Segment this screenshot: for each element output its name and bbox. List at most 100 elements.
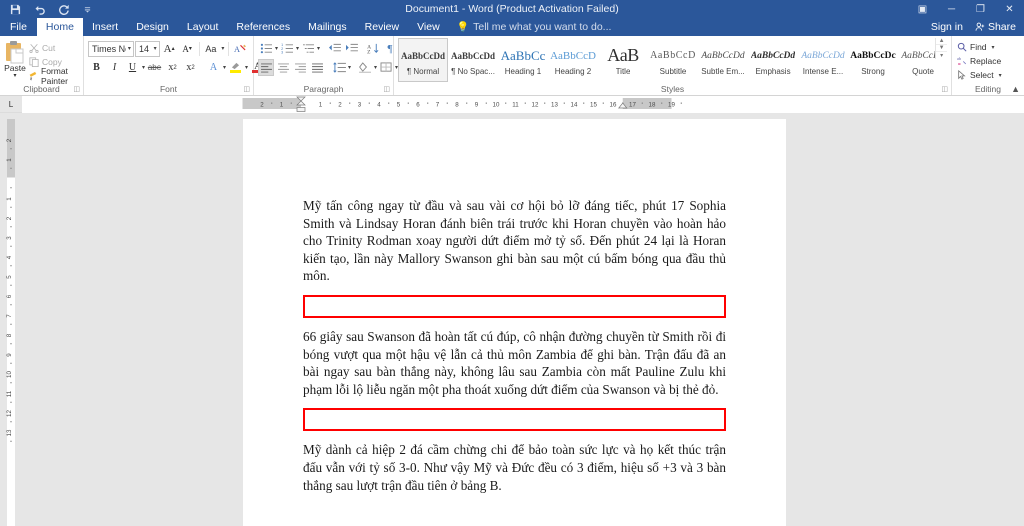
borders-button[interactable]: [378, 59, 394, 76]
font-size-combobox[interactable]: 14 ▾: [134, 40, 160, 57]
paste-button[interactable]: Paste ▾: [4, 39, 26, 82]
shrink-font-button[interactable]: A ▾: [179, 40, 196, 57]
font-name-combobox[interactable]: Times New Rʃ▾: [88, 40, 134, 57]
multilevel-list-button[interactable]: [300, 40, 316, 57]
tab-design[interactable]: Design: [127, 18, 178, 36]
align-right-button[interactable]: [292, 59, 308, 76]
align-left-button[interactable]: [258, 59, 274, 76]
red-bordered-empty-paragraph[interactable]: [303, 408, 726, 432]
replace-button[interactable]: ab ac Replace: [956, 54, 1020, 68]
style-item-heading-1[interactable]: AaBbCc Heading 1: [498, 38, 548, 82]
highlight-caret-icon[interactable]: ▾: [245, 64, 248, 71]
sign-in-link[interactable]: Sign in: [931, 21, 963, 33]
styles-gallery-scrollbar[interactable]: ▲ ▼ ▾: [935, 38, 947, 59]
text-effects-button[interactable]: A: [205, 59, 222, 76]
italic-button[interactable]: I: [106, 59, 123, 76]
document-paragraph[interactable]: 66 giây sau Swanson đã hoàn tất cú đúp, …: [303, 328, 726, 398]
font-dialog-launcher[interactable]: ◫: [243, 84, 250, 95]
line-spacing-caret-icon[interactable]: ▾: [348, 64, 351, 71]
save-icon[interactable]: [8, 2, 23, 17]
quick-access-toolbar: [0, 2, 95, 17]
text-effects-caret-icon[interactable]: ▾: [223, 64, 226, 71]
styles-dialog-launcher[interactable]: ◫: [941, 84, 948, 95]
cut-button[interactable]: Cut: [28, 41, 79, 54]
select-button[interactable]: Select ▾: [956, 68, 1020, 82]
red-bordered-empty-paragraph[interactable]: [303, 294, 726, 318]
horizontal-ruler-track[interactable]: 2 1 1 2 3 4 5 6 7 8 9 10 11 12 13 14 15 16 17 18 19: [22, 96, 1024, 113]
justify-button[interactable]: [309, 59, 325, 76]
decrease-indent-button[interactable]: [326, 40, 342, 57]
ribbon-display-options-icon[interactable]: ▣: [908, 0, 937, 18]
document-paragraph[interactable]: Mỹ tấn công ngay từ đầu và sau vài cơ hộ…: [303, 197, 726, 285]
underline-button[interactable]: U: [124, 59, 141, 76]
tab-references[interactable]: References: [227, 18, 299, 36]
styles-more-icon[interactable]: ▾: [936, 52, 947, 59]
numbering-caret-icon[interactable]: ▾: [296, 45, 299, 52]
find-caret-icon[interactable]: ▾: [990, 44, 997, 51]
styles-scroll-down-icon[interactable]: ▼: [936, 45, 947, 52]
strikethrough-button[interactable]: abe: [146, 59, 163, 76]
page-content[interactable]: Mỹ tấn công ngay từ đầu và sau vài cơ hộ…: [243, 119, 786, 494]
shading-caret-icon[interactable]: ▾: [374, 64, 377, 71]
style-item-quote[interactable]: AaBbCcDd Quote: [898, 38, 935, 82]
superscript-button[interactable]: x2: [182, 59, 199, 76]
style-item-heading-2[interactable]: AaBbCcD Heading 2: [548, 38, 598, 82]
undo-icon[interactable]: [32, 2, 47, 17]
redo-icon[interactable]: [56, 2, 71, 17]
share-button[interactable]: Share: [975, 21, 1016, 33]
bullets-button[interactable]: [258, 40, 274, 57]
collapse-ribbon-icon[interactable]: ▲: [1011, 84, 1020, 94]
minimize-button[interactable]: ─: [937, 0, 966, 18]
align-center-button[interactable]: [275, 59, 291, 76]
clear-formatting-button[interactable]: A: [232, 40, 249, 57]
grow-font-button[interactable]: A ▴: [161, 40, 178, 57]
style-item-emphasis[interactable]: AaBbCcDd Emphasis: [748, 38, 798, 82]
vertical-ruler[interactable]: 2 1 1 2 3 4 5 6 7 8 9 10 11 12 13: [0, 113, 22, 526]
tab-insert[interactable]: Insert: [83, 18, 127, 36]
bold-button[interactable]: B: [88, 59, 105, 76]
tab-layout[interactable]: Layout: [178, 18, 228, 36]
bullets-caret-icon[interactable]: ▾: [275, 45, 278, 52]
tab-home[interactable]: Home: [36, 18, 83, 36]
style-item-subtle-em[interactable]: AaBbCcDd Subtle Em...: [698, 38, 748, 82]
paragraph-dialog-launcher[interactable]: ◫: [383, 84, 390, 95]
tab-review[interactable]: Review: [356, 18, 408, 36]
document-paragraph[interactable]: Mỹ dành cả hiệp 2 đá cầm chừng chi để bả…: [303, 441, 726, 494]
clipboard-dialog-launcher[interactable]: ◫: [73, 84, 80, 95]
style-item-intense-e[interactable]: AaBbCcDd Intense E...: [798, 38, 848, 82]
change-case-button[interactable]: Aa: [202, 40, 219, 57]
tab-file[interactable]: File: [0, 18, 37, 36]
tab-mailings[interactable]: Mailings: [299, 18, 356, 36]
styles-scroll-up-icon[interactable]: ▲: [936, 38, 947, 45]
underline-caret-icon[interactable]: ▾: [142, 64, 145, 71]
format-painter-button[interactable]: Format Painter: [28, 66, 79, 86]
find-button[interactable]: Find ▾: [956, 40, 1020, 54]
style-item-normal[interactable]: AaBbCcDd ¶ Normal: [398, 38, 448, 82]
line-spacing-button[interactable]: [331, 59, 347, 76]
select-caret-icon[interactable]: ▾: [997, 72, 1004, 79]
tab-view[interactable]: View: [408, 18, 449, 36]
shading-button[interactable]: [357, 59, 373, 76]
tell-me-search[interactable]: 💡 Tell me what you want to do...: [449, 18, 620, 36]
copy-icon: [28, 56, 39, 67]
text-highlight-color-button[interactable]: [227, 59, 244, 76]
customize-quick-access-icon[interactable]: [80, 2, 95, 17]
style-item-subtitle[interactable]: AaBbCcD Subtitle: [648, 38, 698, 82]
multilevel-caret-icon[interactable]: ▾: [317, 45, 320, 52]
document-page[interactable]: Mỹ tấn công ngay từ đầu và sau vài cơ hộ…: [243, 119, 786, 526]
close-button[interactable]: ✕: [995, 0, 1024, 18]
increase-indent-button[interactable]: [343, 40, 359, 57]
style-item-no-spac[interactable]: AaBbCcDd ¶ No Spac...: [448, 38, 498, 82]
tab-stop-selector[interactable]: L: [0, 96, 22, 112]
paste-caret-icon[interactable]: ▾: [13, 73, 16, 79]
numbering-button[interactable]: 123: [279, 40, 295, 57]
restore-button[interactable]: ❐: [966, 0, 995, 18]
style-preview: AaBbCcDd: [901, 50, 935, 61]
style-item-title[interactable]: AaB Title: [598, 38, 648, 82]
subscript-button[interactable]: x2: [164, 59, 181, 76]
style-item-strong[interactable]: AaBbCcDc Strong: [848, 38, 898, 82]
document-scroll-area[interactable]: Mỹ tấn công ngay từ đầu và sau vài cơ hộ…: [22, 113, 1024, 526]
ribbon-group-paragraph: ▾ 123 ▾ ▾ AZ ¶ ▾ ▾ ▾ Paragraph ◫: [254, 36, 398, 95]
sort-button[interactable]: AZ: [365, 40, 381, 57]
change-case-caret-icon[interactable]: ▾: [220, 45, 225, 52]
